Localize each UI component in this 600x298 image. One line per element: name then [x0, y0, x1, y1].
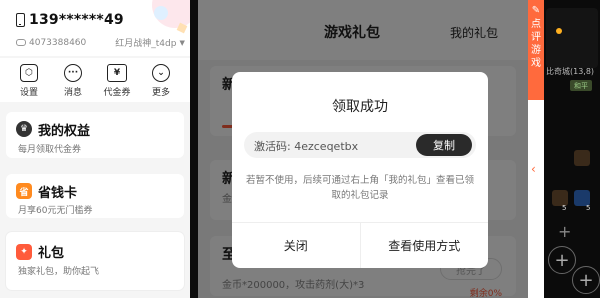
- header-decoration: [154, 6, 168, 20]
- crown-icon: ♛: [16, 121, 32, 137]
- more-label: 更多: [151, 88, 170, 98]
- account-panel: 139******49 4073388460 红月战神_t4dp ▼ ⬡ 设置 …: [0, 0, 190, 298]
- activation-code-value: 4ezceqetbx: [294, 140, 359, 153]
- gift-icon: ✦: [16, 244, 32, 260]
- comment-game-label: 点评游戏: [531, 19, 541, 69]
- phone-number: 139******49: [29, 12, 124, 28]
- area-mode-tag: 和平: [570, 80, 592, 91]
- add-skill-button[interactable]: +: [572, 266, 600, 294]
- settings-label: 设置: [19, 88, 38, 98]
- copy-button[interactable]: 复制: [416, 134, 472, 156]
- add-skill-button[interactable]: +: [548, 246, 576, 274]
- rights-title: 我的权益: [38, 124, 91, 139]
- messages-button[interactable]: ··· 消息: [58, 58, 88, 102]
- add-slot-icon[interactable]: +: [558, 222, 571, 241]
- gift-card[interactable]: ✦ 礼包 独家礼包，助你起飞: [6, 232, 184, 290]
- game-view: 比奇城(13,8) 和平 5 5 + + +: [544, 0, 600, 298]
- skill-slot[interactable]: [574, 150, 590, 166]
- save-card-icon: 省: [16, 183, 32, 199]
- dialog-footer: 关闭 查看使用方式: [232, 222, 488, 268]
- comment-game-button[interactable]: ✎ 点评游戏: [528, 0, 544, 100]
- chevron-left-icon[interactable]: ‹: [531, 162, 536, 176]
- chevron-down-icon[interactable]: ▼: [179, 39, 184, 47]
- item-count: 5: [562, 204, 567, 212]
- settings-button[interactable]: ⬡ 设置: [14, 58, 44, 102]
- save-card-title: 省钱卡: [38, 186, 78, 201]
- save-card-subtitle: 月享60元无门槛券: [18, 206, 93, 216]
- gift-card-subtitle: 独家礼包，助你起飞: [18, 267, 100, 277]
- voucher-icon: ¥: [107, 64, 127, 82]
- phone-row[interactable]: 139******49: [16, 12, 124, 28]
- user-id: 4073388460: [29, 37, 87, 48]
- gift-card-title: 礼包: [38, 246, 65, 261]
- more-button[interactable]: ⌄ 更多: [146, 58, 176, 102]
- phone-icon: [16, 13, 25, 27]
- activation-code-text: 激活码: 4ezceqetbx: [254, 138, 358, 154]
- comment-tab: ✎ 点评游戏 ‹: [528, 0, 544, 298]
- minimap[interactable]: [546, 8, 598, 68]
- settings-icon: ⬡: [20, 64, 38, 82]
- uid-row[interactable]: 4073388460 红月战神_t4dp ▼: [16, 36, 185, 49]
- dialog-note: 若暂不使用，后续可通过右上角「我的礼包」查看已领取的礼包记录: [246, 175, 475, 201]
- pen-icon: ✎: [531, 5, 541, 16]
- message-icon: ···: [64, 64, 82, 82]
- rights-card[interactable]: ♛ 我的权益 每月领取代金券: [6, 112, 184, 158]
- gamepad-icon: [16, 39, 26, 46]
- map-marker-icon: [556, 28, 562, 34]
- voucher-button[interactable]: ¥ 代金券: [102, 58, 132, 102]
- rights-subtitle: 每月领取代金券: [18, 145, 82, 155]
- view-usage-button[interactable]: 查看使用方式: [361, 223, 489, 268]
- area-name: 比奇城(13,8): [546, 67, 595, 76]
- account-header: 139******49 4073388460 红月战神_t4dp ▼: [0, 0, 190, 56]
- messages-label: 消息: [63, 88, 82, 98]
- more-icon: ⌄: [152, 64, 170, 82]
- claim-success-dialog: 领取成功 激活码: 4ezceqetbx 复制 若暂不使用，后续可通过右上角「我…: [232, 72, 488, 268]
- activation-code-box: 激活码: 4ezceqetbx 复制: [244, 132, 476, 158]
- item-count: 5: [586, 204, 591, 212]
- save-card[interactable]: 省 省钱卡 月享60元无门槛券: [6, 174, 184, 218]
- dialog-title: 领取成功: [332, 99, 388, 115]
- close-button[interactable]: 关闭: [232, 223, 361, 268]
- activation-code-label: 激活码:: [254, 140, 291, 153]
- quick-actions: ⬡ 设置 ··· 消息 ¥ 代金券 ⌄ 更多: [0, 58, 190, 102]
- voucher-label: 代金券: [103, 88, 131, 98]
- role-name: 红月战神_t4dp: [115, 39, 177, 49]
